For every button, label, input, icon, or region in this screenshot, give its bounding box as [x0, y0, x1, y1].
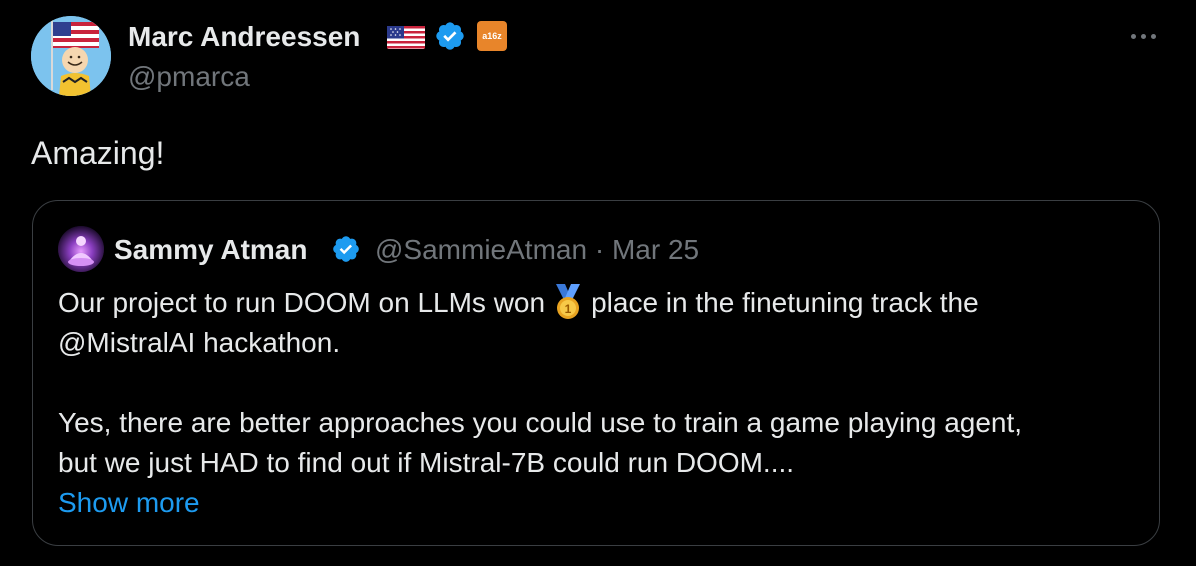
meta-separator: ·	[594, 234, 605, 265]
tweet: Marc Andreessen a16z @pmarca Amazing! Sa…	[0, 0, 1196, 566]
quoted-line-4: but we just HAD to find out if Mistral-7…	[58, 447, 795, 478]
quoted-verified-badge-icon[interactable]	[331, 234, 361, 264]
affiliation-badge[interactable]: a16z	[477, 21, 507, 51]
quoted-line-1: Our project to run DOOM on LLMs won 1 pl…	[58, 283, 1138, 323]
us-flag-icon	[387, 26, 425, 49]
first-place-medal-icon: 1	[556, 284, 581, 319]
more-options-icon[interactable]	[1126, 22, 1162, 50]
author-handle[interactable]: @pmarca	[128, 59, 250, 95]
quoted-meta: @SammieAtman · Mar 25	[375, 232, 699, 268]
author-avatar[interactable]	[31, 16, 111, 96]
quoted-author-handle[interactable]: @SammieAtman	[375, 234, 587, 265]
avatar-image	[31, 16, 111, 96]
quoted-author-name[interactable]: Sammy Atman	[114, 232, 307, 268]
quoted-line-3: Yes, there are better approaches you cou…	[58, 407, 1023, 438]
quoted-tweet[interactable]: Sammy Atman @SammieAtman · Mar 25 Our pr…	[32, 200, 1160, 546]
quoted-line-2: @MistralAI hackathon.	[58, 327, 341, 358]
author-name[interactable]: Marc Andreessen	[128, 19, 360, 55]
quoted-text-part2: place in the finetuning track the	[591, 287, 979, 318]
quoted-avatar-image	[58, 226, 104, 272]
quoted-date[interactable]: Mar 25	[612, 234, 699, 265]
show-more-link[interactable]: Show more	[58, 487, 200, 518]
tweet-text: Amazing!	[31, 135, 165, 171]
svg-text:1: 1	[565, 302, 572, 316]
quoted-text: Our project to run DOOM on LLMs won 1 pl…	[58, 283, 1138, 523]
quoted-text-part1: Our project to run DOOM on LLMs won	[58, 287, 546, 318]
verified-badge-icon[interactable]	[434, 20, 466, 52]
quoted-author-avatar[interactable]	[58, 226, 104, 272]
show-more-line: Show more	[58, 483, 1138, 523]
